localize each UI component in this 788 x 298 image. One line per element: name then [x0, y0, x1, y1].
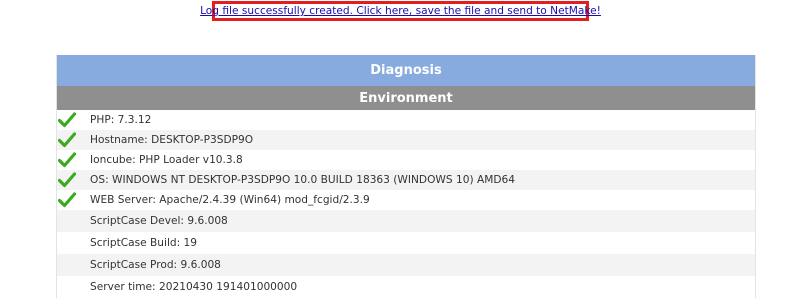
- diagnosis-row-text: ScriptCase Devel: 9.6.008: [90, 215, 228, 227]
- diagnosis-row-text: ScriptCase Build: 19: [90, 237, 198, 249]
- diagnosis-row-php: PHP: 7.3.12: [57, 110, 755, 130]
- checkmark-icon: [58, 152, 76, 168]
- diagnosis-row-hostname: Hostname: DESKTOP-P3SDP9O: [57, 130, 755, 150]
- diagnosis-row-text: ScriptCase Prod: 9.6.008: [90, 259, 221, 271]
- diagnosis-row-text: PHP: 7.3.12: [90, 114, 152, 126]
- environment-section-header: Environment: [57, 86, 755, 110]
- diagnosis-row-text: Hostname: DESKTOP-P3SDP9O: [90, 134, 254, 146]
- diagnosis-row-server-time: Server time: 20210430 191401000000: [57, 276, 755, 298]
- diagnosis-row-scriptcase-devel: ScriptCase Devel: 9.6.008: [57, 210, 755, 232]
- diagnosis-row-scriptcase-prod: ScriptCase Prod: 9.6.008: [57, 254, 755, 276]
- diagnosis-row-web-server: WEB Server: Apache/2.4.39 (Win64) mod_fc…: [57, 190, 755, 210]
- diagnosis-title: Diagnosis: [57, 55, 755, 86]
- diagnosis-panel: Diagnosis Environment PHP: 7.3.12 Hostna…: [56, 55, 756, 298]
- diagnosis-row-text: WEB Server: Apache/2.4.39 (Win64) mod_fc…: [90, 194, 370, 206]
- diagnosis-row-ioncube: Ioncube: PHP Loader v10.3.8: [57, 150, 755, 170]
- checkmark-icon: [58, 112, 76, 128]
- diagnosis-row-os: OS: WINDOWS NT DESKTOP-P3SDP9O 10.0 BUIL…: [57, 170, 755, 190]
- diagnosis-row-text: OS: WINDOWS NT DESKTOP-P3SDP9O 10.0 BUIL…: [90, 174, 516, 186]
- diagnosis-row-text: Server time: 20210430 191401000000: [90, 281, 298, 293]
- log-link-highlight: Log file successfully created. Click her…: [200, 1, 601, 21]
- checkmark-icon: [58, 192, 76, 208]
- checkmark-icon: [58, 172, 76, 188]
- diagnosis-row-scriptcase-build: ScriptCase Build: 19: [57, 232, 755, 254]
- log-file-link[interactable]: Log file successfully created. Click her…: [200, 5, 601, 17]
- diagnosis-row-text: Ioncube: PHP Loader v10.3.8: [90, 154, 243, 166]
- checkmark-icon: [58, 132, 76, 148]
